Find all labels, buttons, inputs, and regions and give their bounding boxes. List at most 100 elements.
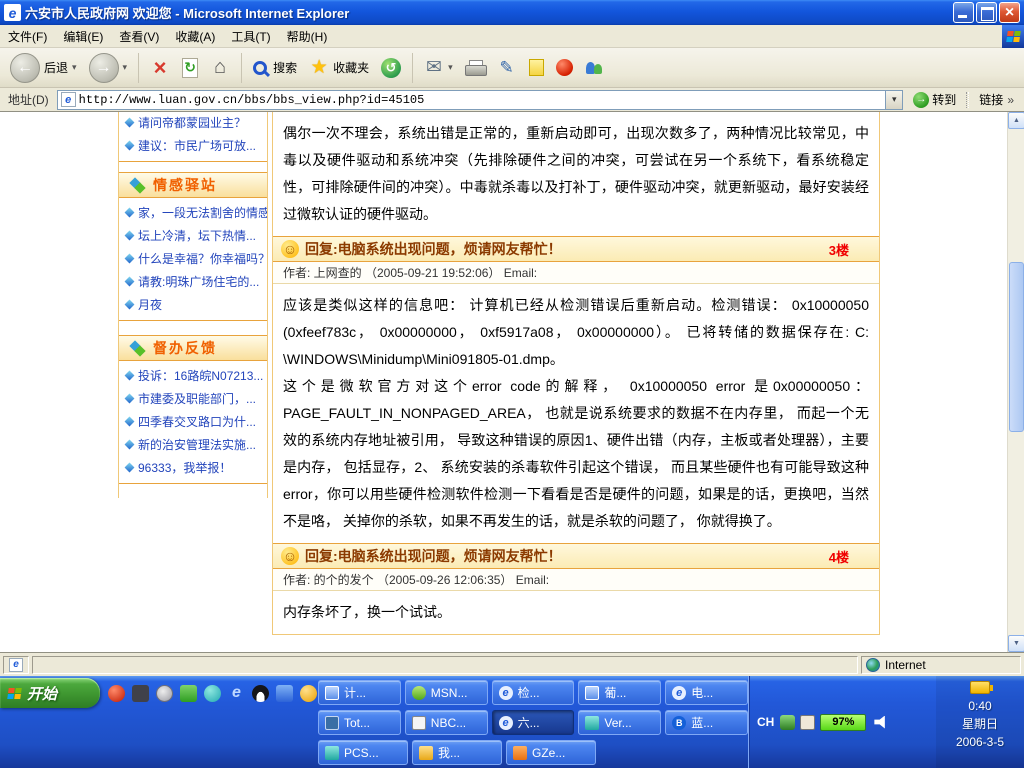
- app-icon: [325, 746, 339, 760]
- taskbar-button[interactable]: 我...: [412, 740, 502, 765]
- history-button[interactable]: [377, 56, 405, 80]
- clock-time: 0:40: [968, 697, 991, 715]
- links-button[interactable]: 链接: [973, 91, 1020, 108]
- shield-icon[interactable]: [780, 715, 795, 730]
- taskbar-button[interactable]: PCS...: [318, 740, 408, 765]
- minimize-button[interactable]: [953, 2, 974, 23]
- scrollbar-thumb[interactable]: [1009, 262, 1024, 432]
- taskbar-button[interactable]: Tot...: [318, 710, 401, 735]
- sidebar-link[interactable]: 建议：市民广场可放...: [119, 134, 267, 157]
- battery-indicator[interactable]: 97%: [820, 714, 866, 731]
- sidebar-link[interactable]: 月夜: [119, 293, 267, 316]
- sidebar-list: 投诉：16路皖N07213... 市建委及职能部门，... 四季春交叉路口为什.…: [119, 361, 267, 484]
- sidebar-link[interactable]: 请教:明珠广场住宅的...: [119, 270, 267, 293]
- sidebar-link[interactable]: 市建委及职能部门，...: [119, 387, 267, 410]
- close-button[interactable]: [999, 2, 1020, 23]
- edit-button[interactable]: [493, 55, 521, 81]
- ime-indicator[interactable]: CH: [757, 715, 774, 729]
- taskbar-row: 计... MSN... 检... 葡... 电...: [318, 680, 748, 705]
- sidebar-link[interactable]: 请问帝都蒙园业主？: [119, 112, 267, 134]
- menu-help[interactable]: 帮助(H): [279, 25, 336, 48]
- tray-app-icon[interactable]: [800, 715, 815, 730]
- menu-view[interactable]: 查看(V): [111, 25, 167, 48]
- menu-edit[interactable]: 编辑(E): [55, 25, 111, 48]
- notes-button[interactable]: [525, 57, 548, 78]
- folder-icon[interactable]: [300, 685, 317, 702]
- scroll-down-button[interactable]: [1008, 635, 1024, 652]
- clock-panel[interactable]: 0:40 星期日 2006-3-5: [936, 676, 1024, 768]
- taskbar-button[interactable]: NBC...: [405, 710, 488, 735]
- sidebar-link[interactable]: 96333，我举报！: [119, 456, 267, 479]
- refresh-button[interactable]: [178, 56, 202, 80]
- stop-button[interactable]: [146, 55, 174, 81]
- quick-launch-bar: [108, 682, 317, 704]
- menu-tools[interactable]: 工具(T): [223, 25, 278, 48]
- back-button[interactable]: 后退 ▾: [6, 51, 81, 85]
- address-bar: 地址(D) 转到 链接: [0, 88, 1024, 112]
- window-icon: [585, 686, 599, 700]
- taskbar-button-label: Tot...: [344, 716, 370, 730]
- bullet-icon: [125, 417, 135, 427]
- taskbar-button[interactable]: MSN...: [405, 680, 488, 705]
- menu-file[interactable]: 文件(F): [0, 25, 55, 48]
- ie-icon[interactable]: [228, 685, 245, 702]
- maximize-button[interactable]: [976, 2, 997, 23]
- post-paragraph: 偶尔一次不理会，系统出错是正常的，重新启动即可，出现次数多了，两种情况比较常见，…: [283, 120, 869, 228]
- media-player-icon[interactable]: [180, 685, 197, 702]
- page-icon: [61, 92, 76, 107]
- taskbar-button[interactable]: GZe...: [506, 740, 596, 765]
- home-icon: [210, 57, 230, 79]
- address-input[interactable]: [79, 93, 886, 107]
- sidebar-link-label: 请问帝都蒙园业主？: [138, 114, 246, 131]
- toolbar-separator: [241, 53, 242, 83]
- taskbar-button[interactable]: 葡...: [578, 680, 661, 705]
- sidebar-link-label: 市建委及职能部门，...: [138, 390, 256, 407]
- sidebar-link[interactable]: 四季春交叉路口为什...: [119, 410, 267, 433]
- favorites-button[interactable]: 收藏夹: [305, 55, 373, 81]
- taskbar-button[interactable]: 蓝...: [665, 710, 748, 735]
- taskbar-button-active[interactable]: 六...: [492, 710, 575, 735]
- taskbar-button-label: 六...: [518, 714, 540, 731]
- reply-title: 回复:电脑系统出现问题，烦请网友帮忙！: [305, 546, 823, 566]
- taskbar-button[interactable]: 检...: [492, 680, 575, 705]
- menu-favorites[interactable]: 收藏(A): [167, 25, 223, 48]
- author-line: 作者: 上网查的 （2005-09-21 19:52:06） Email:: [273, 262, 879, 284]
- address-dropdown-button[interactable]: [885, 91, 902, 109]
- quick-launch-icon[interactable]: [108, 685, 125, 702]
- print-button[interactable]: [461, 58, 489, 78]
- app-icon[interactable]: [276, 685, 293, 702]
- forward-button[interactable]: ▾: [85, 51, 132, 85]
- floor-badge: 3楼: [829, 240, 849, 259]
- chevron-down-icon[interactable]: ▾: [448, 62, 453, 73]
- sidebar-link[interactable]: 家，一段无法割舍的情感: [119, 201, 267, 224]
- sidebar-link[interactable]: 坛上冷清，坛下热情...: [119, 224, 267, 247]
- sidebar-link[interactable]: 投诉：16路皖N07213...: [119, 364, 267, 387]
- chevron-down-icon[interactable]: ▾: [123, 62, 128, 73]
- sidebar-link[interactable]: 什么是幸福？你幸福吗？: [119, 247, 267, 270]
- qq-penguin-icon[interactable]: [252, 685, 269, 702]
- bullet-icon: [125, 141, 135, 151]
- messenger-button[interactable]: [581, 57, 607, 79]
- sidebar-link[interactable]: 新的治安管理法实施...: [119, 433, 267, 456]
- show-desktop-icon[interactable]: [132, 685, 149, 702]
- home-button[interactable]: [206, 55, 234, 81]
- forum-sidebar: 请问帝都蒙园业主？ 建议：市民广场可放... 情感驿站 家，一段无法割舍的情感: [118, 112, 268, 498]
- taskbar-button[interactable]: Ver...: [578, 710, 661, 735]
- qq-button[interactable]: [552, 57, 577, 78]
- disk-icon[interactable]: [156, 685, 173, 702]
- vertical-scrollbar[interactable]: [1007, 112, 1024, 652]
- chevron-down-icon[interactable]: ▾: [72, 62, 77, 73]
- search-button[interactable]: 搜索: [249, 57, 301, 78]
- sidebar-section-emotion: 情感驿站 家，一段无法割舍的情感 坛上冷清，坛下热情... 什么是幸福？你幸福吗…: [119, 172, 267, 321]
- go-label: 转到: [932, 91, 956, 108]
- go-button[interactable]: 转到: [907, 90, 962, 109]
- globe-icon[interactable]: [204, 685, 221, 702]
- refresh-icon: [182, 58, 198, 78]
- taskbar-button[interactable]: 电...: [665, 680, 748, 705]
- taskbar-button[interactable]: 计...: [318, 680, 401, 705]
- start-button[interactable]: 开始: [0, 678, 100, 708]
- scroll-up-button[interactable]: [1008, 112, 1024, 129]
- volume-icon[interactable]: [874, 716, 888, 729]
- mail-button[interactable]: ▾: [420, 55, 457, 81]
- taskbar-button-label: NBC...: [431, 716, 466, 730]
